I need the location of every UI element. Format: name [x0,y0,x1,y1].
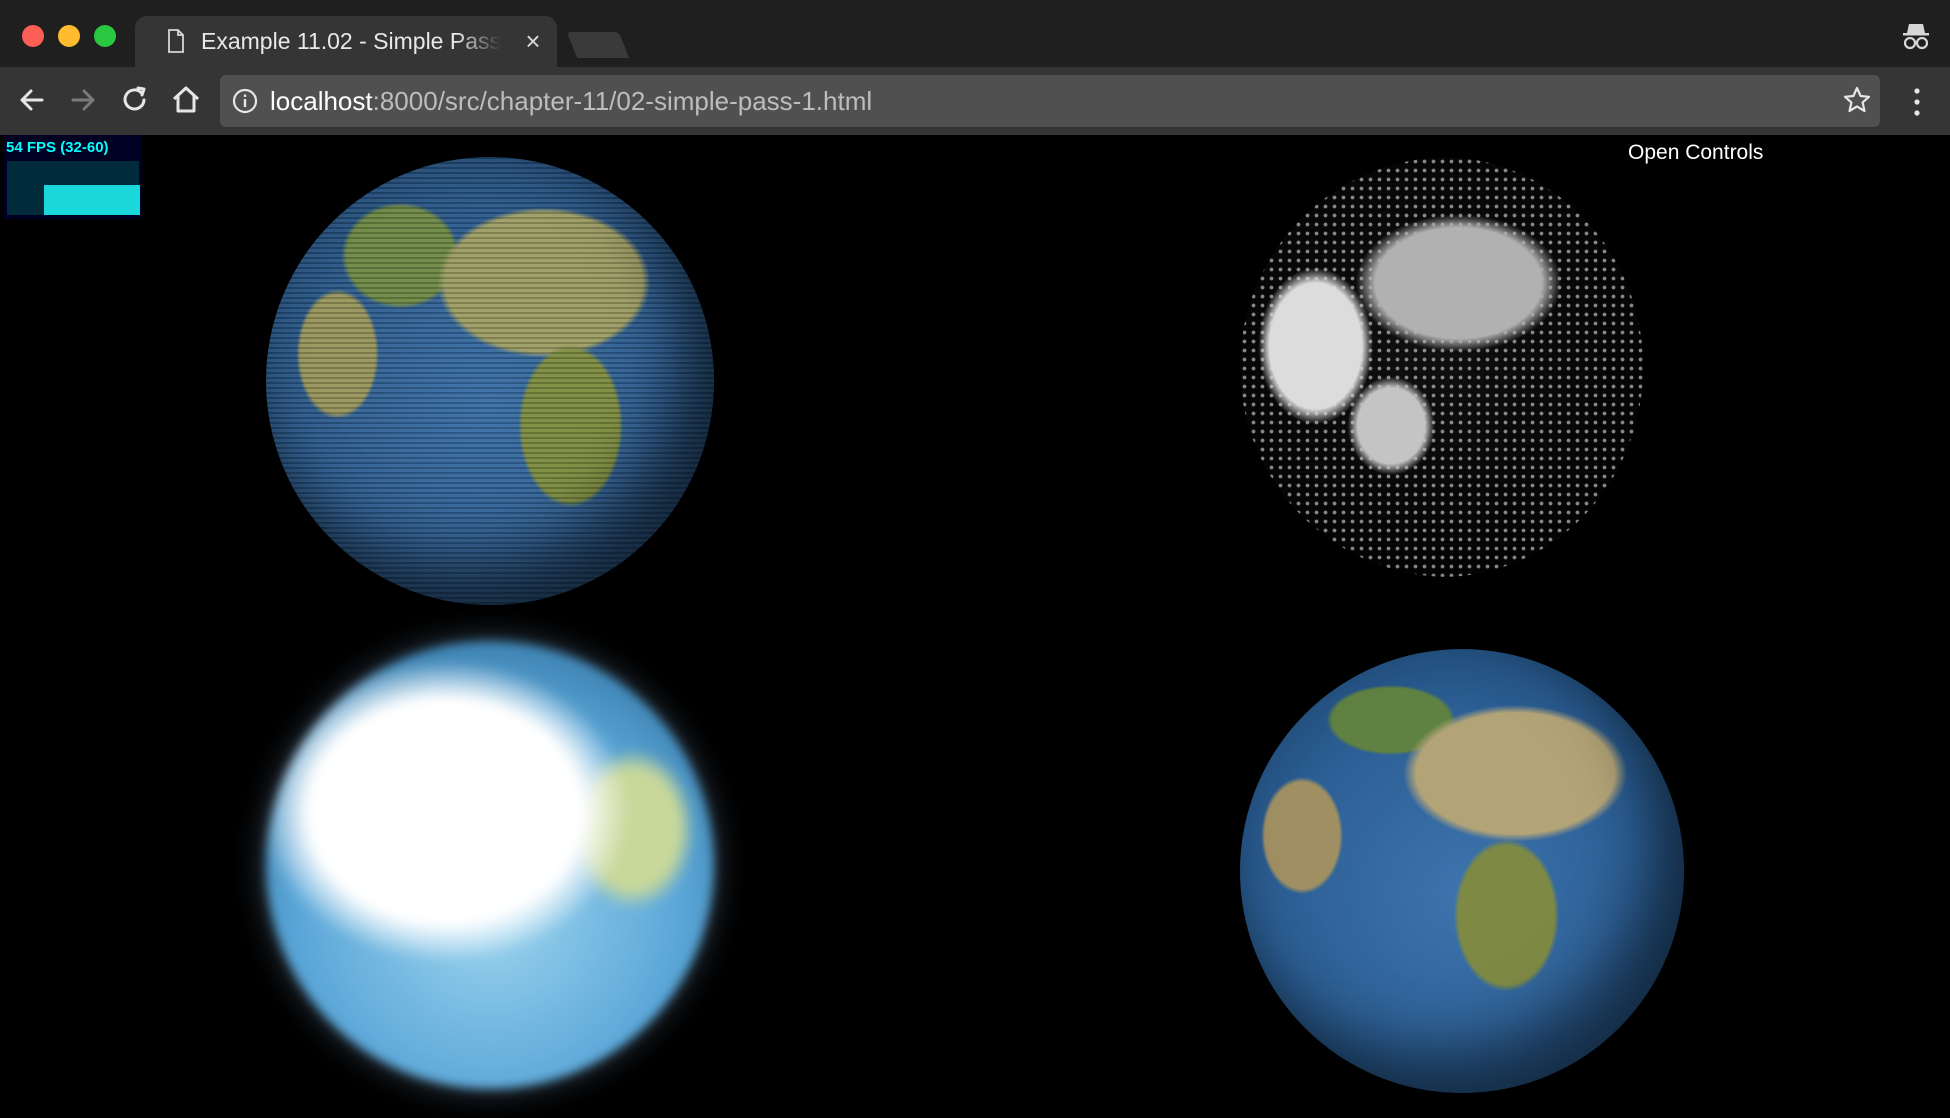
browser-tab-active[interactable]: Example 11.02 - Simple Pass Ef × [135,16,557,67]
close-icon[interactable]: × [521,28,545,54]
url-text[interactable]: localhost:8000/src/chapter-11/02-simple-… [270,86,872,116]
fps-graph-bars [44,185,140,215]
incognito-icon [1903,24,1929,50]
window-titlebar: Example 11.02 - Simple Pass Ef × [0,0,1950,67]
address-bar[interactable]: localhost:8000/src/chapter-11/02-simple-… [220,75,1880,127]
globe-original [1240,649,1684,1093]
globe-halftone-effect [1240,157,1644,577]
forward-arrow-icon[interactable] [65,82,101,118]
tab-title: Example 11.02 - Simple Pass Ef [201,28,501,54]
fps-stats-panel[interactable]: 54 FPS (32-60) [4,135,142,219]
info-icon[interactable] [232,88,258,114]
close-window-button[interactable] [22,25,44,47]
globe-scanline-effect [266,157,714,605]
url-host: localhost [270,86,373,116]
reload-icon[interactable] [117,82,153,118]
home-icon[interactable] [168,82,204,118]
kebab-menu-icon[interactable] [1902,85,1932,119]
page-icon [168,29,184,53]
new-tab-button[interactable] [566,32,630,58]
globe-bloom-effect [266,641,714,1089]
minimize-window-button[interactable] [58,25,80,47]
url-path: :8000/src/chapter-11/02-simple-pass-1.ht… [372,86,873,116]
browser-toolbar: localhost:8000/src/chapter-11/02-simple-… [0,67,1950,135]
fps-readout: 54 FPS (32-60) [6,139,109,156]
open-controls-button[interactable]: Open Controls [1628,141,1763,165]
maximize-window-button[interactable] [94,25,116,47]
bookmark-star-icon[interactable] [1842,85,1872,115]
back-arrow-icon[interactable] [14,82,50,118]
webgl-canvas[interactable]: 54 FPS (32-60) Open Controls [0,135,1950,1118]
